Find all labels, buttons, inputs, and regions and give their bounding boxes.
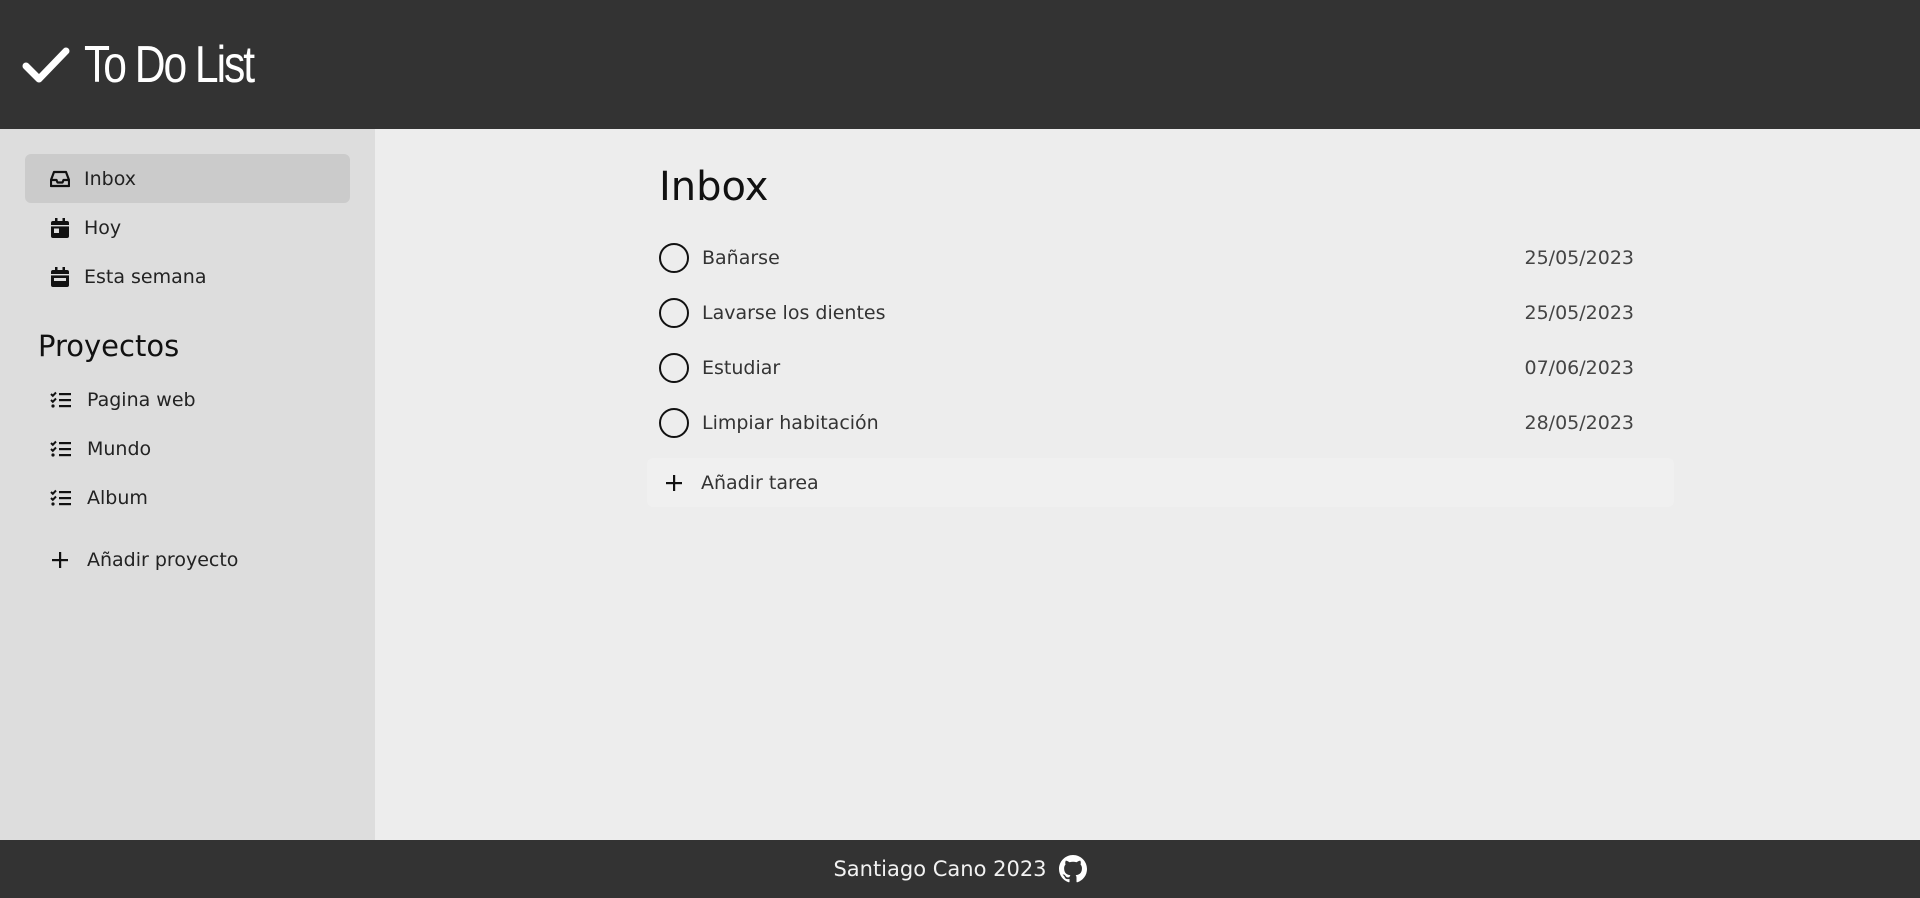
list-check-icon <box>49 438 71 460</box>
task-panel: Inbox Bañarse 25/05/2023 Lavarse los die… <box>647 162 1674 507</box>
task-date: 28/05/2023 <box>1524 411 1634 434</box>
app: To Do List Inbox Hoy Esta semana Proyect… <box>0 0 1920 898</box>
add-task-button[interactable]: Añadir tarea <box>647 458 1674 507</box>
add-task-label: Añadir tarea <box>701 471 819 494</box>
task-checkbox[interactable] <box>659 352 689 383</box>
task-name: Estudiar <box>702 356 781 379</box>
list-check-icon <box>49 389 71 411</box>
page-title: Inbox <box>659 164 769 210</box>
task-name: Lavarse los dientes <box>702 301 886 324</box>
task-name: Limpiar habitación <box>702 411 879 434</box>
project-item-album[interactable]: Album <box>25 473 350 522</box>
plus-icon <box>49 549 71 571</box>
app-title: To Do List <box>84 35 255 94</box>
sidebar-item-label: Inbox <box>84 167 136 190</box>
project-label: Pagina web <box>87 388 196 411</box>
task-row[interactable]: Limpiar habitación 28/05/2023 <box>647 395 1674 450</box>
brand[interactable]: To Do List <box>22 39 290 91</box>
plus-icon <box>665 474 683 492</box>
sidebar-item-label: Esta semana <box>84 265 207 288</box>
task-row[interactable]: Bañarse 25/05/2023 <box>647 230 1674 285</box>
main-content: Inbox Bañarse 25/05/2023 Lavarse los die… <box>375 129 1920 840</box>
check-icon <box>22 45 70 85</box>
app-header: To Do List <box>0 0 1920 129</box>
inbox-icon <box>49 168 71 190</box>
task-date: 07/06/2023 <box>1524 356 1634 379</box>
task-row[interactable]: Lavarse los dientes 25/05/2023 <box>647 285 1674 340</box>
task-name: Bañarse <box>702 246 780 269</box>
app-footer: Santiago Cano 2023 <box>0 840 1920 898</box>
footer-credit: Santiago Cano 2023 <box>833 857 1047 881</box>
sidebar-item-hoy[interactable]: Hoy <box>25 203 350 252</box>
task-date: 25/05/2023 <box>1524 246 1634 269</box>
list-check-icon <box>49 487 71 509</box>
project-item-pagina-web[interactable]: Pagina web <box>25 375 350 424</box>
project-item-mundo[interactable]: Mundo <box>25 424 350 473</box>
add-project-button[interactable]: Añadir proyecto <box>25 535 350 584</box>
calendar-day-icon <box>49 217 71 239</box>
sidebar-item-label: Hoy <box>84 216 122 239</box>
task-checkbox[interactable] <box>659 242 689 273</box>
app-body: Inbox Hoy Esta semana Proyectos Pagina w… <box>0 129 1920 840</box>
project-label: Mundo <box>87 437 152 460</box>
task-checkbox[interactable] <box>659 297 689 328</box>
projects-heading: Proyectos <box>38 329 180 363</box>
sidebar-item-esta-semana[interactable]: Esta semana <box>25 252 350 301</box>
task-list: Bañarse 25/05/2023 Lavarse los dientes 2… <box>647 230 1674 450</box>
task-checkbox[interactable] <box>659 407 689 438</box>
calendar-week-icon <box>49 266 71 288</box>
project-label: Album <box>87 486 148 509</box>
sidebar-item-inbox[interactable]: Inbox <box>25 154 350 203</box>
github-icon[interactable] <box>1058 855 1087 883</box>
add-project-label: Añadir proyecto <box>87 548 239 571</box>
task-date: 25/05/2023 <box>1524 301 1634 324</box>
task-row[interactable]: Estudiar 07/06/2023 <box>647 340 1674 395</box>
sidebar: Inbox Hoy Esta semana Proyectos Pagina w… <box>0 129 375 840</box>
